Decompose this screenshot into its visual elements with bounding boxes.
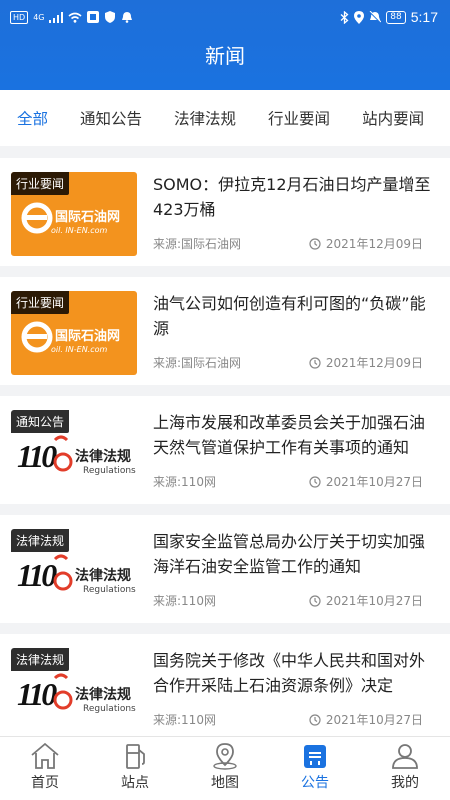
home-icon [31, 742, 59, 769]
nav-label: 站点 [121, 775, 149, 791]
category-tabs: 全部 通知公告 法律法规 行业要闻 站内要闻 [0, 90, 450, 146]
clock-icon [309, 237, 321, 250]
news-thumbnail: 行业要闻 国际石油网 oil. IN-EN.com [11, 172, 137, 256]
gas-station-icon [126, 744, 145, 769]
news-source: 来源:国际石油网 [153, 237, 242, 251]
news-thumbnail: 法律法规 110 法律法规 Regulations [11, 529, 137, 613]
logo-text: 法律法规 [75, 568, 131, 584]
tab-all[interactable]: 全部 [17, 107, 48, 129]
logo-subtext: Regulations [83, 585, 136, 595]
nav-map[interactable]: 地图 [180, 737, 270, 800]
logo-subtext: Regulations [83, 704, 136, 714]
news-list: 行业要闻 国际石油网 oil. IN-EN.com SOMO：伊拉克12月石油日… [0, 158, 450, 736]
map-pin-icon [213, 743, 237, 770]
clock-icon [309, 356, 321, 369]
nav-label: 地图 [211, 775, 239, 791]
bottom-nav: 首页 站点 地图 公告 我的 [0, 736, 450, 800]
news-thumbnail: 法律法规 110 法律法规 Regulations [11, 648, 137, 732]
news-title: 国务院关于修改《中华人民共和国对外合作开采陆上石油资源条例》决定 [153, 651, 426, 695]
news-card[interactable]: 法律法规 110 法律法规 Regulations 国务院关于修改《中华人民共和… [0, 634, 450, 736]
news-source: 来源:110网 [153, 713, 216, 727]
top-app-bar: HD 4G 88 5:17 新闻 [0, 0, 450, 90]
news-source: 来源:110网 [153, 475, 216, 489]
category-badge: 法律法规 [11, 529, 70, 552]
hd-indicator: HD [10, 10, 29, 24]
bell-icon [122, 12, 133, 23]
nav-profile[interactable]: 我的 [360, 737, 450, 800]
category-badge: 通知公告 [11, 410, 70, 433]
nav-label: 首页 [31, 775, 59, 791]
mute-bell-icon [369, 11, 382, 23]
battery-indicator: 88 [386, 10, 406, 24]
news-title: SOMO：伊拉克12月石油日均产量增至423万桶 [153, 175, 431, 219]
category-badge: 法律法规 [11, 648, 70, 671]
clock-icon [309, 475, 321, 488]
wifi-icon [68, 12, 82, 23]
news-title: 上海市发展和改革委员会关于加强石油天然气管道保护工作有关事项的通知 [153, 413, 426, 457]
news-date: 2021年10月27日 [325, 594, 423, 608]
logo-subtext: oil. IN-EN.com [51, 345, 108, 354]
tab-industry-news[interactable]: 行业要闻 [268, 107, 330, 129]
tab-notices[interactable]: 通知公告 [80, 107, 142, 129]
nav-home[interactable]: 首页 [0, 737, 90, 800]
news-title: 国家安全监管总局办公厅关于切实加强海洋石油安全监管工作的通知 [153, 532, 426, 576]
user-icon [392, 744, 418, 769]
category-badge: 行业要闻 [11, 172, 70, 195]
nav-label: 公告 [301, 775, 329, 791]
logo-subtext: oil. IN-EN.com [51, 226, 108, 235]
news-source: 来源:国际石油网 [153, 356, 242, 370]
location-icon [354, 10, 365, 24]
logo-text: 法律法规 [75, 449, 131, 465]
tab-laws[interactable]: 法律法规 [174, 107, 236, 129]
news-card[interactable]: 行业要闻 国际石油网 oil. IN-EN.com 油气公司如何创造有利可图的“… [0, 277, 450, 385]
network-indicator: 4G [33, 12, 45, 22]
clock-icon [309, 594, 321, 607]
shield-app-icon [87, 11, 100, 23]
news-thumbnail: 通知公告 110 法律法规 Regulations [11, 410, 137, 494]
logo-subtext: Regulations [83, 466, 136, 476]
news-date: 2021年10月27日 [325, 475, 423, 489]
logo-text: 国际石油网 [55, 210, 121, 225]
bluetooth-icon [340, 10, 349, 24]
news-source: 来源:110网 [153, 594, 216, 608]
category-badge: 行业要闻 [11, 291, 70, 314]
nav-notices[interactable]: 公告 [270, 737, 360, 800]
shield-icon [105, 11, 116, 23]
status-time: 5:17 [410, 9, 438, 25]
news-date: 2021年12月09日 [325, 356, 423, 370]
news-card[interactable]: 通知公告 110 法律法规 Regulations 上海市发展和改革委员会关于加… [0, 396, 450, 504]
signal-icon [49, 11, 64, 23]
notice-icon [304, 745, 326, 768]
clock-icon [309, 713, 321, 726]
logo-text: 法律法规 [75, 687, 131, 703]
news-date: 2021年10月27日 [325, 713, 423, 727]
tab-site-news[interactable]: 站内要闻 [362, 107, 424, 129]
news-card[interactable]: 法律法规 110 法律法规 Regulations 国家安全监管总局办公厅关于切… [0, 515, 450, 623]
news-card[interactable]: 行业要闻 国际石油网 oil. IN-EN.com SOMO：伊拉克12月石油日… [0, 158, 450, 266]
logo-text: 国际石油网 [55, 329, 121, 344]
news-date: 2021年12月09日 [325, 237, 423, 251]
news-thumbnail: 行业要闻 国际石油网 oil. IN-EN.com [11, 291, 137, 375]
page-title: 新闻 [205, 44, 245, 68]
nav-label: 我的 [391, 775, 419, 791]
nav-stations[interactable]: 站点 [90, 737, 180, 800]
news-title: 油气公司如何创造有利可图的“负碳”能源 [153, 294, 426, 338]
